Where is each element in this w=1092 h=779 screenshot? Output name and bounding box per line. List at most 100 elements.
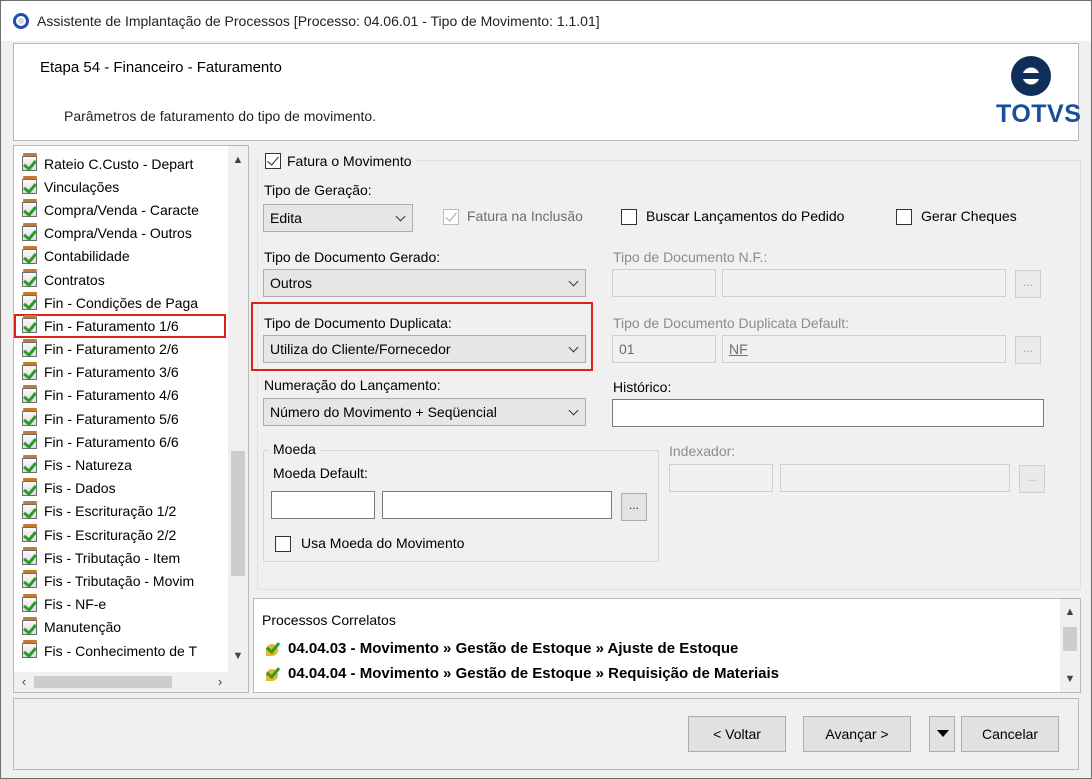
tree-item[interactable]: Fin - Condições de Paga [14,291,226,314]
indexador-name [780,464,1010,492]
tree-item[interactable]: Fis - Dados [14,477,226,500]
gerar-cheques-checkbox[interactable] [896,209,912,225]
tree-horizontal-scrollbar[interactable]: ‹ › [14,672,248,692]
tree-item-label: Fin - Faturamento 2/6 [44,341,179,358]
tipo-doc-nf-lookup-button[interactable]: ... [1015,270,1041,298]
tipo-doc-dup-default-name: NF [722,335,1006,363]
tipo-geracao-select[interactable]: Edita [263,204,413,232]
checked-step-icon [22,640,37,659]
tree-item[interactable]: Compra/Venda - Outros [14,222,226,245]
tipo-doc-dup-value: Utiliza do Cliente/Fornecedor [270,341,451,357]
options-dropdown-button[interactable] [929,716,955,752]
tree-item[interactable]: Fin - Faturamento 3/6 [14,361,226,384]
processos-correlatos-panel: Processos Correlatos 04.04.03 - Moviment… [253,598,1081,693]
tree-item-label: Fis - Escrituração 1/2 [44,503,177,520]
correlato-item[interactable]: 04.04.03 - Movimento » Gestão de Estoque… [264,640,738,657]
tree-item-label: Fin - Faturamento 3/6 [44,364,179,381]
checked-step-icon [22,477,37,496]
tree-item[interactable]: Fis - Tributação - Movim [14,569,226,592]
billing-form: Fatura o Movimento Tipo de Geração: Edit… [251,145,1081,595]
checked-step-icon [22,199,37,218]
tree-item[interactable]: Rateio C.Custo - Depart [14,152,226,175]
cancelar-button[interactable]: Cancelar [961,716,1059,752]
tree-item[interactable]: Compra/Venda - Caracte [14,198,226,221]
tree-item[interactable]: Fin - Faturamento 5/6 [14,407,226,430]
tree-item[interactable]: Fin - Faturamento 4/6 [14,384,226,407]
voltar-button[interactable]: < Voltar [688,716,786,752]
checked-step-icon [22,454,37,473]
tree-item[interactable]: Fis - Natureza [14,453,226,476]
usa-moeda-checkbox[interactable] [275,536,291,552]
tipo-doc-gerado-label: Tipo de Documento Gerado: [264,249,441,265]
tree-item[interactable]: Contabilidade [14,245,226,268]
steps-list: Rateio C.Custo - Depart Vinculações Compra… [14,152,226,662]
numeracao-select[interactable]: Número do Movimento + Seqüencial [263,398,586,426]
tree-item[interactable]: Vinculações [14,175,226,198]
tree-item-label: Rateio C.Custo - Depart [44,155,194,172]
moeda-name-input[interactable] [382,491,612,519]
tipo-doc-dup-default-label: Tipo de Documento Duplicata Default: [613,315,850,331]
tree-item-label: Fin - Faturamento 1/6 [44,317,179,334]
moeda-group-label: Moeda [269,441,320,457]
numeracao-label: Numeração do Lançamento: [264,377,441,393]
tree-item-label: Contabilidade [44,248,130,265]
fatura-movimento-row: Fatura o Movimento [259,149,416,173]
tree-item[interactable]: Fis - Escrituração 2/2 [14,523,226,546]
tree-item-label: Fin - Faturamento 6/6 [44,433,179,450]
buscar-lancamentos-checkbox[interactable] [621,209,637,225]
tipo-doc-dup-select[interactable]: Utiliza do Cliente/Fornecedor [263,335,586,363]
correlatos-title: Processos Correlatos [262,612,396,628]
tipo-doc-gerado-select[interactable]: Outros [263,269,586,297]
tree-item[interactable]: Fin - Faturamento 6/6 [14,430,226,453]
tree-item-label: Fis - Conhecimento de T [44,642,198,659]
totvs-logo: TOTVS [996,56,1081,129]
tree-vertical-scrollbar[interactable]: ▲ ▼ [228,146,248,674]
indexador-lookup-button[interactable]: ... [1019,465,1045,493]
tree-item-label: Fin - Condições de Paga [44,294,199,311]
checked-step-icon [22,315,37,334]
fatura-inclusao-checkbox[interactable] [443,209,459,225]
avancar-button[interactable]: Avançar > [803,716,911,752]
tree-item[interactable]: Fis - Tributação - Item [14,546,226,569]
tree-item[interactable]: Fis - Conhecimento de T [14,639,226,662]
tree-hscroll-thumb[interactable] [34,676,172,688]
tree-item[interactable]: Fis - Escrituração 1/2 [14,500,226,523]
chevron-down-icon [395,211,406,222]
numeracao-value: Número do Movimento + Seqüencial [270,404,497,420]
step-description: Parâmetros de faturamento do tipo de mov… [64,108,377,124]
checked-step-icon [22,338,37,357]
tree-item[interactable]: Fin - Faturamento 1/6 [14,314,226,338]
correlatos-scroll-thumb[interactable] [1063,627,1077,651]
wizard-window: Assistente de Implantação de Processos [… [0,0,1092,779]
scroll-down-icon[interactable]: ▼ [228,646,248,666]
historico-input[interactable] [612,399,1044,427]
tree-item[interactable]: Fin - Faturamento 2/6 [14,338,226,361]
tree-scroll-thumb[interactable] [231,451,245,576]
window-title: Assistente de Implantação de Processos [… [37,13,600,29]
correlatos-scrollbar[interactable]: ▲ ▼ [1060,599,1080,692]
tree-item-label: Compra/Venda - Caracte [44,201,199,218]
tipo-doc-nf-code [612,269,716,297]
correlato-item-label: 04.04.04 - Movimento » Gestão de Estoque… [288,665,780,682]
fatura-inclusao-label: Fatura na Inclusão [467,208,583,224]
scroll-up-icon[interactable]: ▲ [1060,601,1080,623]
correlato-item[interactable]: 04.04.04 - Movimento » Gestão de Estoque… [264,665,779,682]
tipo-doc-dup-lookup-button[interactable]: ... [1015,336,1041,364]
scroll-right-icon[interactable]: › [210,672,230,692]
tree-item-label: Fis - Natureza [44,457,132,474]
moeda-code-input[interactable] [271,491,375,519]
tipo-doc-dup-label: Tipo de Documento Duplicata: [264,315,452,331]
tree-item[interactable]: Fis - NF-e [14,593,226,616]
scroll-down-icon[interactable]: ▼ [1060,668,1080,690]
fatura-movimento-checkbox[interactable] [265,153,281,169]
tree-item[interactable]: Manutenção [14,616,226,639]
scroll-up-icon[interactable]: ▲ [228,150,248,170]
tree-item-label: Manutenção [44,619,122,636]
step-header: Etapa 54 - Financeiro - Faturamento Parâ… [13,43,1081,141]
tipo-doc-gerado-value: Outros [270,275,313,291]
scroll-left-icon[interactable]: ‹ [14,672,34,692]
tree-item[interactable]: Contratos [14,268,226,291]
checked-step-icon [22,408,37,427]
checked-step-icon [22,269,37,288]
moeda-lookup-button[interactable]: ... [621,493,647,521]
